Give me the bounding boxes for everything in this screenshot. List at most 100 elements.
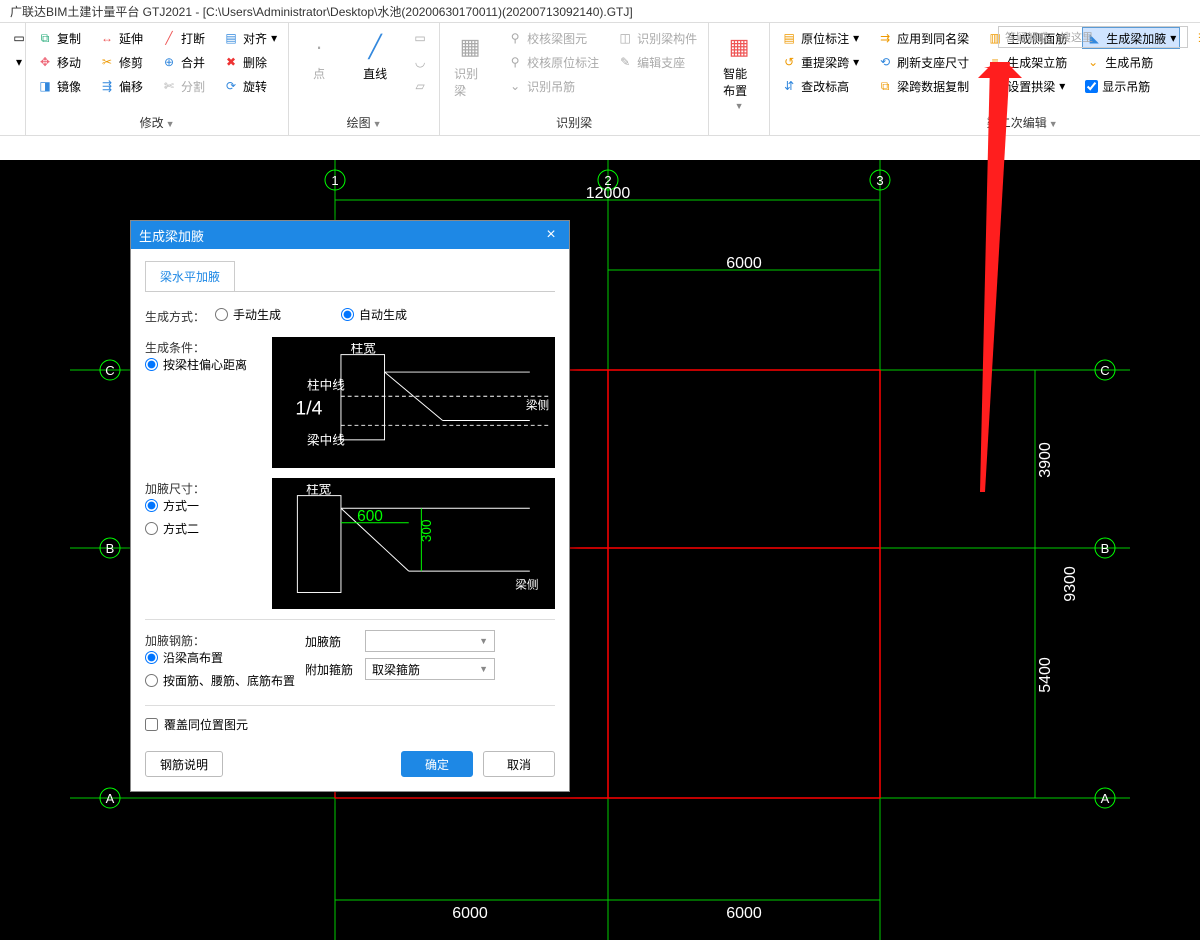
- dialog-close-button[interactable]: ×: [541, 226, 561, 244]
- rotate-button[interactable]: ⟳旋转: [220, 75, 280, 97]
- mirror-icon: ◨: [37, 78, 53, 94]
- svg-text:1/4: 1/4: [295, 398, 322, 420]
- align-button[interactable]: ▤对齐 ▾: [220, 27, 280, 49]
- rec-beam-button[interactable]: ▦识别梁: [448, 27, 492, 103]
- svg-text:12000: 12000: [586, 185, 631, 202]
- move-icon: ✥: [37, 54, 53, 70]
- size-label: 加腋尺寸：: [145, 478, 272, 497]
- rebar-desc-button[interactable]: 钢筋说明: [145, 751, 223, 777]
- gen-cond-label: 生成条件：: [145, 337, 272, 356]
- rec-diaojin[interactable]: ⌄识别吊筋: [504, 75, 602, 97]
- rec-component[interactable]: ◫识别梁构件: [614, 27, 700, 49]
- svg-text:柱宽: 柱宽: [306, 484, 332, 497]
- chevron-down-icon: ▾: [11, 54, 27, 70]
- cancel-button[interactable]: 取消: [483, 751, 555, 777]
- size-mode2[interactable]: 方式二: [145, 520, 272, 537]
- poly-icon: ▱: [412, 78, 428, 94]
- ribbon-group-smart: ▦智能布置▼: [709, 23, 770, 135]
- line-icon: ╱: [359, 31, 391, 63]
- draw-opt3[interactable]: ▱: [409, 75, 431, 97]
- gen-cond-offset[interactable]: 按梁柱偏心距离: [145, 356, 272, 373]
- show-diaojin-check[interactable]: [1085, 80, 1098, 93]
- apply-icon: ⇉: [877, 30, 893, 46]
- point-button[interactable]: ·点: [297, 27, 341, 97]
- check-elev-button[interactable]: ⇵查改标高: [778, 75, 862, 97]
- tab-horizontal[interactable]: 梁水平加腋: [145, 261, 235, 291]
- group-label-recbeam: 识别梁: [448, 112, 700, 133]
- check-beam-elem[interactable]: ⚲校核梁图元: [504, 27, 602, 49]
- diaojin-icon: ⌄: [507, 78, 523, 94]
- show-diaojin-button[interactable]: 显示吊筋: [1082, 75, 1180, 97]
- merge-button[interactable]: ⊕合并: [158, 51, 208, 73]
- elev-icon: ⇵: [781, 78, 797, 94]
- retie-span-button[interactable]: ↺重提梁跨 ▾: [778, 51, 862, 73]
- search-input[interactable]: 答疑解惑，搜这里: [998, 26, 1188, 48]
- search-placeholder: 答疑解惑，搜这里: [1005, 32, 1093, 44]
- span-data-copy-button[interactable]: ⧉梁跨数据复制: [874, 75, 972, 97]
- copy2-icon: ⧉: [877, 78, 893, 94]
- mark-icon: ▤: [781, 30, 797, 46]
- apply-same-button[interactable]: ⇉应用到同名梁: [874, 27, 972, 49]
- ribbon-group-modify: ⧉复制 ✥移动 ◨镜像 ↔延伸 ✂修剪 ⇶偏移 ╱打断 ⊕合并 ✄分割 ▤对齐 …: [26, 23, 289, 135]
- gen-diaojin-button[interactable]: ⌄生成吊筋: [1082, 51, 1180, 73]
- svg-text:柱宽: 柱宽: [350, 343, 376, 356]
- svg-text:A: A: [1101, 791, 1110, 806]
- draw-opt2[interactable]: ◡: [409, 51, 431, 73]
- chevron-down-icon: ▼: [479, 664, 488, 674]
- break-button[interactable]: ╱打断: [158, 27, 208, 49]
- size-mode1[interactable]: 方式一: [145, 497, 272, 514]
- point-icon: ·: [303, 31, 335, 63]
- split-button[interactable]: ✄分割: [158, 75, 208, 97]
- svg-text:6000: 6000: [452, 905, 488, 922]
- group-label-modify: 修改▼: [34, 112, 280, 133]
- svg-text:梁侧: 梁侧: [515, 578, 538, 592]
- arc-icon: ◡: [412, 54, 428, 70]
- jiabao-jin-label: 加腋筋: [305, 633, 355, 650]
- check-origin-mark[interactable]: ⚲校核原位标注: [504, 51, 602, 73]
- gen-mode-auto[interactable]: 自动生成: [341, 306, 407, 323]
- svg-text:600: 600: [357, 508, 383, 525]
- svg-text:C: C: [105, 363, 114, 378]
- trim-button[interactable]: ✂修剪: [96, 51, 146, 73]
- edit-bearing[interactable]: ✎编辑支座: [614, 51, 700, 73]
- smart-icon: ▦: [723, 31, 755, 63]
- rotate-icon: ⟳: [223, 78, 239, 94]
- delete-button[interactable]: ✖删除: [220, 51, 280, 73]
- bearing-icon: ✎: [617, 54, 633, 70]
- gen-jialijin-button[interactable]: ≡生成架立筋: [984, 51, 1070, 73]
- app-title: 广联达BIM土建计量平台 GTJ2021 - [C:\Users\Adminis…: [10, 5, 633, 19]
- copy-icon: ⧉: [37, 30, 53, 46]
- chevron-down-icon: ▼: [479, 636, 488, 646]
- dialog-titlebar[interactable]: 生成梁加腋 ×: [131, 221, 569, 249]
- overwrite-checkbox[interactable]: 覆盖同位置图元: [145, 716, 555, 733]
- smart-layout-button[interactable]: ▦智能布置▼: [717, 27, 761, 115]
- merge-icon: ⊕: [161, 54, 177, 70]
- rebar-by-height[interactable]: 沿梁高布置: [145, 649, 305, 666]
- move-button[interactable]: ✥移动: [34, 51, 84, 73]
- ok-button[interactable]: 确定: [401, 751, 473, 777]
- rebar-by-face[interactable]: 按面筋、腰筋、底筋布置: [145, 672, 305, 689]
- draw-opt1[interactable]: ▭: [409, 27, 431, 49]
- origin-mark-button[interactable]: ▤原位标注 ▾: [778, 27, 862, 49]
- svg-text:3: 3: [876, 173, 883, 188]
- mirror-button[interactable]: ◨镜像: [34, 75, 84, 97]
- app-title-bar: 广联达BIM土建计量平台 GTJ2021 - [C:\Users\Adminis…: [0, 0, 1200, 22]
- jiabao-jin-combo[interactable]: ▼: [365, 630, 495, 652]
- refresh-bearing-button[interactable]: ⟲刷新支座尺寸: [874, 51, 972, 73]
- trim-icon: ✂: [99, 54, 115, 70]
- class-icon: ☰: [1195, 30, 1200, 46]
- offset-button[interactable]: ⇶偏移: [96, 75, 146, 97]
- jiali-icon: ≡: [987, 54, 1003, 70]
- group-label-draw: 绘图▼: [297, 112, 431, 133]
- ribbon-group-recbeam: ▦识别梁 ⚲校核梁图元 ⚲校核原位标注 ⌄识别吊筋 ◫识别梁构件 ✎编辑支座 识…: [440, 23, 709, 135]
- svg-text:5400: 5400: [1037, 657, 1054, 693]
- extend-button[interactable]: ↔延伸: [96, 27, 146, 49]
- gen-mode-manual[interactable]: 手动生成: [215, 306, 281, 323]
- svg-text:6000: 6000: [726, 905, 762, 922]
- gen-mode-label: 生成方式：: [145, 306, 215, 325]
- copy-button[interactable]: ⧉复制: [34, 27, 84, 49]
- fujia-combo[interactable]: 取梁箍筋▼: [365, 658, 495, 680]
- line-button[interactable]: ╱直线: [353, 27, 397, 97]
- set-arch-button[interactable]: ⌒设置拱梁 ▾: [984, 75, 1070, 97]
- span-class-button[interactable]: ☰梁跨分类: [1192, 27, 1200, 49]
